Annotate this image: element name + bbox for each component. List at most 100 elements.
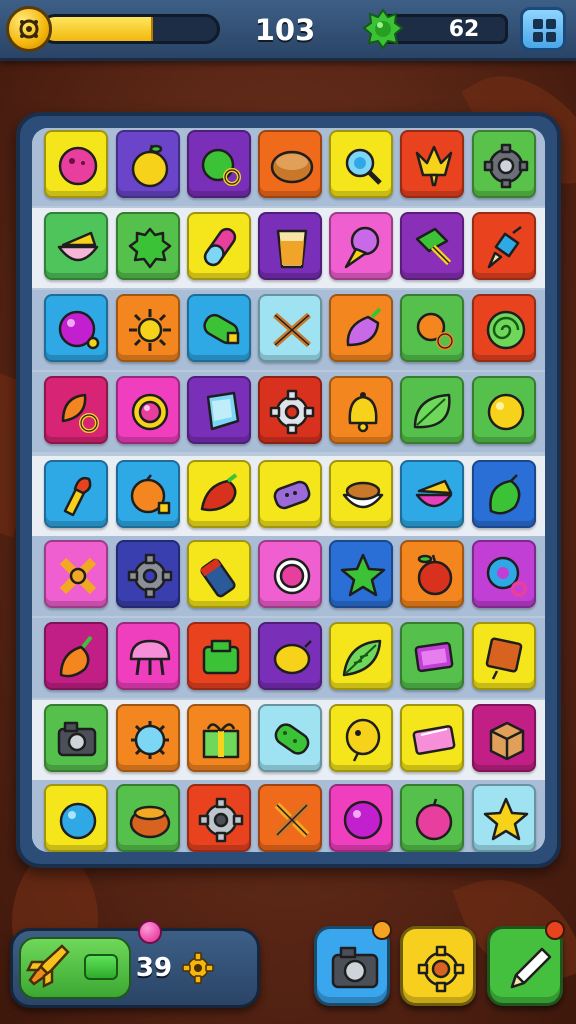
tile-cheese-bowl[interactable] bbox=[44, 212, 108, 280]
tile-pink-ring[interactable] bbox=[116, 376, 180, 444]
tile-crossed-pens[interactable] bbox=[258, 784, 322, 852]
tile-white-gear[interactable] bbox=[258, 376, 322, 444]
tile-red-pepper[interactable] bbox=[187, 460, 251, 528]
tile-green-gift[interactable] bbox=[187, 704, 251, 772]
blue-battery-icon bbox=[200, 558, 236, 598]
blue-lollipop-icon bbox=[345, 148, 382, 185]
tile-orange-fruit[interactable] bbox=[116, 460, 180, 528]
pencil-icon bbox=[510, 947, 552, 989]
tile-green-bush[interactable] bbox=[116, 212, 180, 280]
tile-blue-donut[interactable] bbox=[472, 540, 536, 608]
tile-pink-button[interactable] bbox=[258, 540, 322, 608]
tile-crossed-sticks[interactable] bbox=[258, 294, 322, 362]
tile-green-cucumber[interactable] bbox=[187, 294, 251, 362]
gem-count: 62 bbox=[448, 17, 480, 42]
tile-yellow-balloon[interactable] bbox=[329, 704, 393, 772]
pink-mushroom-icon bbox=[129, 639, 171, 676]
green-spiral-icon bbox=[486, 310, 526, 350]
tile-orange-ring[interactable] bbox=[400, 294, 464, 362]
tile-juice-glass[interactable] bbox=[258, 212, 322, 280]
green-cucumber-icon bbox=[203, 313, 240, 345]
tile-grey-gear[interactable] bbox=[116, 540, 180, 608]
grid-menu-icon bbox=[533, 32, 543, 42]
tile-pie-bowl[interactable] bbox=[329, 460, 393, 528]
tile-torch[interactable] bbox=[44, 460, 108, 528]
tile-purple-phone[interactable] bbox=[258, 460, 322, 528]
pink-ring-icon bbox=[131, 393, 169, 431]
tile-pink-blob[interactable] bbox=[44, 130, 108, 198]
tile-green-cucumber-2[interactable] bbox=[258, 704, 322, 772]
tile-purple-ball-2[interactable] bbox=[329, 784, 393, 852]
notification-badge bbox=[372, 920, 392, 940]
tile-yellow-lemon[interactable] bbox=[258, 622, 322, 690]
tile-yellow-apple[interactable] bbox=[116, 130, 180, 198]
settings-button[interactable] bbox=[400, 926, 476, 1006]
tile-blue-battery[interactable] bbox=[187, 540, 251, 608]
tile-orange-crate[interactable] bbox=[472, 704, 536, 772]
tile-blue-virus[interactable] bbox=[116, 704, 180, 772]
tile-gear-cog[interactable] bbox=[472, 130, 536, 198]
tile-pink-apple[interactable] bbox=[400, 784, 464, 852]
coin-icon[interactable] bbox=[6, 6, 52, 52]
yellow-apple-icon bbox=[131, 144, 169, 188]
ice-cream-icon bbox=[344, 226, 380, 269]
tile-purple-radish[interactable] bbox=[329, 294, 393, 362]
tile-orange-radish[interactable] bbox=[44, 622, 108, 690]
rocket-icon[interactable] bbox=[22, 940, 74, 992]
tile-blue-ball[interactable] bbox=[44, 784, 108, 852]
tile-red-apple[interactable] bbox=[400, 540, 464, 608]
tile-orange-pot[interactable] bbox=[116, 784, 180, 852]
purple-tv-icon bbox=[414, 641, 454, 673]
green-leaf-icon bbox=[413, 393, 451, 429]
tile-pink-book[interactable] bbox=[400, 704, 464, 772]
tile-purple-ball[interactable] bbox=[44, 294, 108, 362]
camera-icon bbox=[57, 721, 97, 757]
tile-green-box[interactable] bbox=[187, 622, 251, 690]
grey-gear-icon bbox=[127, 553, 173, 599]
green-gift-icon bbox=[202, 723, 240, 759]
gear-icon[interactable] bbox=[182, 952, 214, 984]
tile-camera[interactable] bbox=[44, 704, 108, 772]
green-hammer-icon bbox=[415, 227, 452, 266]
tile-green-lime[interactable] bbox=[472, 460, 536, 528]
green-star-icon bbox=[340, 553, 386, 597]
grid-menu-icon bbox=[533, 19, 543, 29]
tile-green-leaf[interactable] bbox=[400, 376, 464, 444]
grid-menu-button[interactable] bbox=[520, 7, 566, 51]
tile-green-hammer[interactable] bbox=[400, 212, 464, 280]
pink-pill-icon bbox=[203, 227, 237, 267]
tile-pink-pill[interactable] bbox=[187, 212, 251, 280]
orange-leaf-ring-icon bbox=[61, 393, 99, 433]
tile-green-apple-ring[interactable] bbox=[187, 130, 251, 198]
tile-silver-gear[interactable] bbox=[187, 784, 251, 852]
tile-yellow-bell[interactable] bbox=[329, 376, 393, 444]
tile-green-leaf-fan[interactable] bbox=[329, 622, 393, 690]
pink-button-icon bbox=[273, 557, 311, 595]
tile-orange-leaf-ring[interactable] bbox=[44, 376, 108, 444]
tile-orange-cross[interactable] bbox=[44, 540, 108, 608]
tile-yellow-ball[interactable] bbox=[472, 376, 536, 444]
tile-blue-gem[interactable] bbox=[187, 376, 251, 444]
tile-yellow-crown[interactable] bbox=[400, 130, 464, 198]
tile-ice-cream[interactable] bbox=[329, 212, 393, 280]
tile-cake-slice[interactable] bbox=[400, 460, 464, 528]
tile-yellow-sun[interactable] bbox=[116, 294, 180, 362]
pie-bowl-icon bbox=[342, 481, 384, 509]
paint-brush-icon bbox=[487, 226, 522, 269]
tile-green-spiral[interactable] bbox=[472, 294, 536, 362]
tile-green-star[interactable] bbox=[329, 540, 393, 608]
level-progress-bar bbox=[40, 14, 220, 44]
tile-paint-brush[interactable] bbox=[472, 212, 536, 280]
tile-blue-lollipop[interactable] bbox=[329, 130, 393, 198]
silver-gear-icon bbox=[198, 797, 244, 843]
yellow-bell-icon bbox=[348, 392, 378, 433]
tile-bread-bowl[interactable] bbox=[258, 130, 322, 198]
tile-pink-mushroom[interactable] bbox=[116, 622, 180, 690]
blue-donut-icon bbox=[486, 556, 527, 597]
orange-cross-icon bbox=[59, 557, 97, 595]
green-box-icon bbox=[202, 639, 240, 675]
tile-purple-tv[interactable] bbox=[400, 622, 464, 690]
orange-fruit-icon bbox=[130, 474, 171, 515]
tile-yellow-star[interactable] bbox=[472, 784, 536, 852]
tile-red-sign[interactable] bbox=[472, 622, 536, 690]
